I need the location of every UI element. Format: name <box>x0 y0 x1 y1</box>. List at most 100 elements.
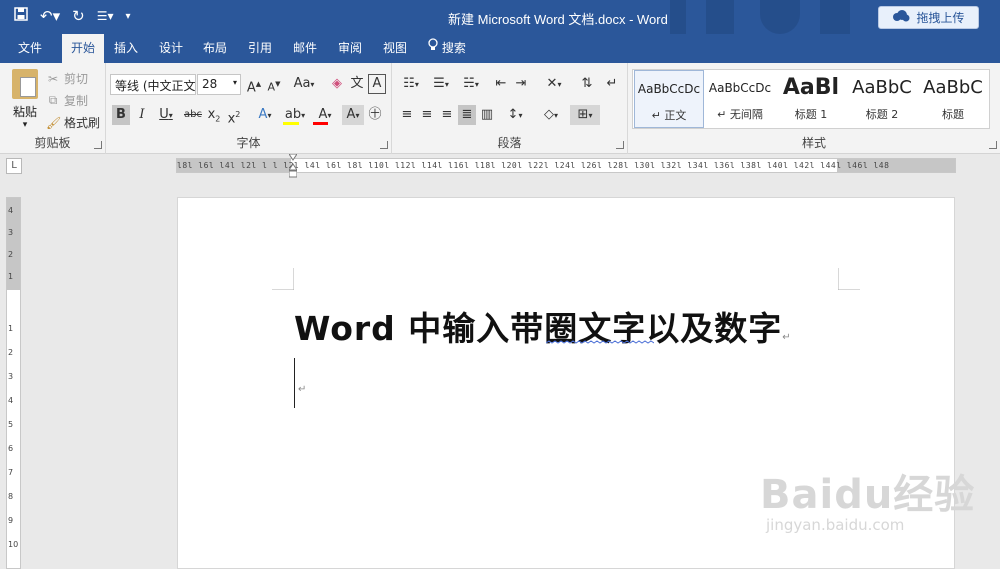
font-color-bar <box>313 122 328 125</box>
paste-button[interactable]: 粘贴 ▾ <box>8 69 42 130</box>
paragraph-mark: ↵ <box>298 384 307 395</box>
brush-icon: 🖌 <box>46 115 62 130</box>
undo-icon[interactable]: ↶▾ <box>40 7 60 25</box>
distributed-icon[interactable]: ▥ <box>478 105 496 125</box>
style-heading-1[interactable]: AaBl 标题 1 <box>776 70 846 128</box>
title-bar-decoration <box>760 0 800 34</box>
margin-corner-marker <box>838 268 860 290</box>
phonetic-guide-icon[interactable]: 文 <box>348 74 366 94</box>
font-group-label: 字体 <box>236 136 261 150</box>
underline-button[interactable]: U▾ <box>154 105 178 125</box>
shading-button[interactable]: ◇▾ <box>538 105 564 125</box>
tab-view[interactable]: 视图 <box>377 34 413 63</box>
cut-button[interactable]: ✂ 剪切 <box>46 70 88 87</box>
borders-button[interactable]: ⊞▾ <box>570 105 600 125</box>
styles-gallery: AaBbCcDc ↵ 正文 AaBbCcDc ↵ 无间隔 AaBl 标题 1 A… <box>632 69 990 129</box>
dialog-launcher-icon[interactable] <box>380 141 388 149</box>
style-name: 标题 <box>942 108 964 121</box>
style-normal[interactable]: AaBbCcDc ↵ 正文 <box>634 70 704 128</box>
superscript-button[interactable]: x2 <box>226 105 242 126</box>
align-right-icon[interactable]: ≡ <box>438 105 456 125</box>
watermark-brand: Baidu经验 <box>760 472 976 518</box>
format-painter-label: 格式刷 <box>64 116 101 130</box>
justify-icon[interactable]: ≣ <box>458 105 476 125</box>
dialog-launcher-icon[interactable] <box>94 141 102 149</box>
dialog-launcher-icon[interactable] <box>989 141 997 149</box>
text-effects-button[interactable]: A▾ <box>252 105 278 125</box>
font-group: 等线 (中文正文) 28 ▾ A▲ A▼ Aa▾ ◈ 文 A B I U▾ ab… <box>106 63 392 154</box>
subscript-button[interactable]: x2 <box>206 105 222 125</box>
clipboard-icon <box>12 69 38 99</box>
save-icon[interactable] <box>14 7 28 25</box>
heading-text: Word 中输入带圈文字以及数字 <box>294 309 783 348</box>
copy-label: 复制 <box>64 94 89 108</box>
style-sample: AaBbC <box>923 77 983 98</box>
tab-design[interactable]: 设计 <box>153 34 189 63</box>
bullets-button[interactable]: ☷▾ <box>398 74 424 94</box>
increase-indent-icon[interactable]: ⇥ <box>512 74 530 94</box>
list-style-icon[interactable]: ☰▾ <box>97 9 114 23</box>
watermark: Baidu经验 jingyan.baidu.com <box>760 462 975 534</box>
clear-formatting-icon[interactable]: ◈ <box>328 74 346 94</box>
chevron-down-icon: ▾ <box>22 120 28 130</box>
style-no-spacing[interactable]: AaBbCcDc ↵ 无间隔 <box>705 70 775 128</box>
tab-selector[interactable]: L <box>6 158 22 174</box>
copy-button[interactable]: ⧉ 复制 <box>46 92 88 109</box>
dialog-launcher-icon[interactable] <box>616 141 624 149</box>
ribbon-tabs: 文件 开始 插入 设计 布局 引用 邮件 审阅 视图 搜索 <box>0 34 1000 63</box>
font-name-combo[interactable]: 等线 (中文正文) <box>110 74 196 95</box>
character-shading-button[interactable]: A▾ <box>342 105 364 125</box>
document-heading[interactable]: Word 中输入带圈文字以及数字↵ <box>294 302 792 350</box>
tab-insert[interactable]: 插入 <box>108 34 144 63</box>
style-sample: AaBbCcDc <box>637 82 701 96</box>
tab-mailings[interactable]: 邮件 <box>287 34 323 63</box>
strikethrough-button[interactable]: abc <box>182 105 204 125</box>
tab-review[interactable]: 审阅 <box>332 34 368 63</box>
tab-references[interactable]: 引用 <box>242 34 278 63</box>
upload-button[interactable]: 拖拽上传 <box>878 6 979 29</box>
character-border-icon[interactable]: A <box>368 74 386 94</box>
styles-group-label: 样式 <box>801 136 826 150</box>
italic-button[interactable]: I <box>134 105 150 125</box>
scissors-icon: ✂ <box>47 71 59 86</box>
line-spacing-button[interactable]: ↕▾ <box>502 105 528 125</box>
vertical-ruler[interactable]: 4 3 2 1 1 2 3 4 5 6 7 8 9 10 <box>6 197 21 569</box>
style-name: 标题 2 <box>865 108 899 121</box>
style-sample: AaBbCcDc <box>708 81 772 95</box>
enclose-characters-icon[interactable]: ㊉ <box>366 105 384 125</box>
format-painter-button[interactable]: 🖌 格式刷 <box>46 114 100 131</box>
grow-font-button[interactable]: A▲ <box>246 74 262 95</box>
shrink-font-button[interactable]: A▼ <box>266 74 282 94</box>
change-case-button[interactable]: Aa▾ <box>290 74 318 94</box>
style-name: 无间隔 <box>729 108 763 121</box>
paragraph-group-label: 段落 <box>497 136 522 150</box>
text-cursor <box>294 358 295 408</box>
upload-label: 拖拽上传 <box>916 11 965 25</box>
show-marks-icon[interactable]: ↵ <box>604 74 620 94</box>
decrease-indent-icon[interactable]: ⇤ <box>492 74 510 94</box>
sort-icon[interactable]: ⇅ <box>578 74 596 94</box>
highlight-color-bar <box>283 122 299 125</box>
tell-me-search[interactable]: 搜索 <box>428 34 466 63</box>
paragraph-group: ☷▾ ☰▾ ☵▾ ⇤ ⇥ ✕▾ ⇅ ↵ ≡ ≡ ≡ ≣ ▥ ↕▾ ◇▾ ⊞▾ 段… <box>392 63 628 154</box>
spelling-squiggle <box>546 340 654 344</box>
bold-button[interactable]: B <box>112 105 130 125</box>
indent-marker-icon[interactable] <box>288 153 298 178</box>
paste-label: 粘贴 <box>12 105 37 119</box>
asian-layout-button[interactable]: ✕▾ <box>540 74 568 94</box>
style-title[interactable]: AaBbC 标题 <box>918 70 988 128</box>
title-bar: ↶▾ ↻ ☰▾ ▾ 新建 Microsoft Word 文档.docx - Wo… <box>0 0 1000 34</box>
clipboard-group-label: 剪贴板 <box>34 136 71 150</box>
style-name: 正文 <box>664 109 687 122</box>
align-left-icon[interactable]: ≡ <box>398 105 416 125</box>
font-size-combo[interactable]: 28 ▾ <box>197 74 241 95</box>
tab-file[interactable]: 文件 <box>8 34 52 63</box>
multilevel-list-button[interactable]: ☵▾ <box>458 74 484 94</box>
redo-icon[interactable]: ↻ <box>72 7 85 25</box>
style-heading-2[interactable]: AaBbC 标题 2 <box>847 70 917 128</box>
align-center-icon[interactable]: ≡ <box>418 105 436 125</box>
tab-home[interactable]: 开始 <box>62 34 104 63</box>
customize-qat-icon[interactable]: ▾ <box>125 11 130 22</box>
tab-layout[interactable]: 布局 <box>197 34 233 63</box>
numbering-button[interactable]: ☰▾ <box>428 74 454 94</box>
